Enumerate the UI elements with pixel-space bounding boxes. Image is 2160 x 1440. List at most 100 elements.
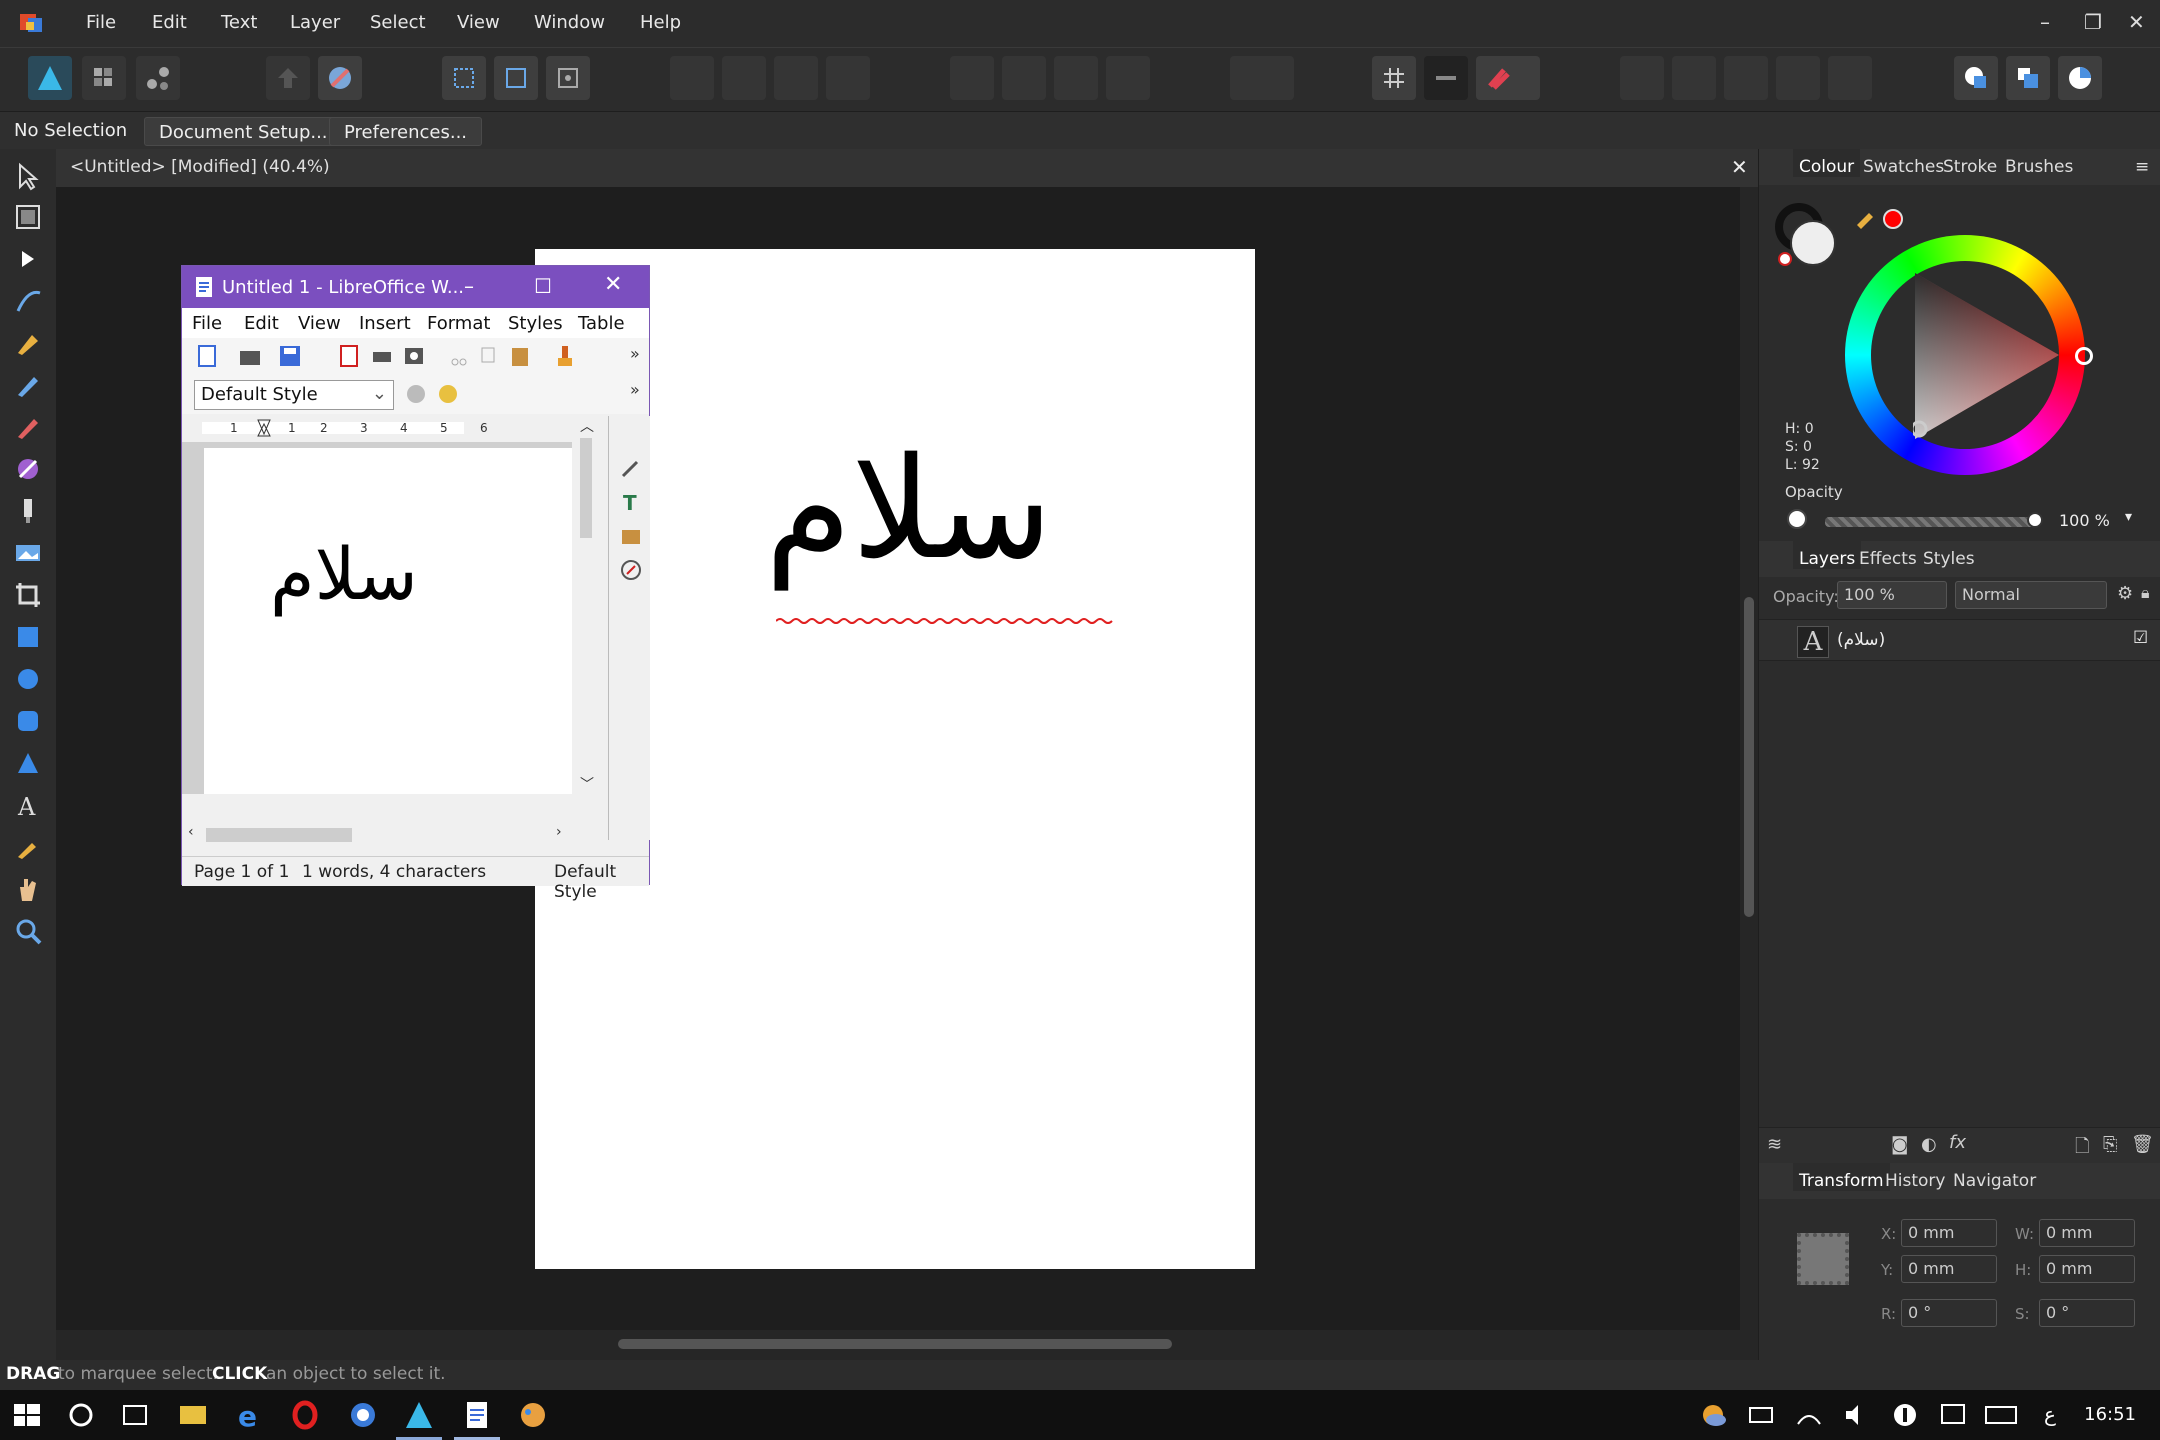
insert-inside-button[interactable] bbox=[2058, 56, 2102, 100]
menu-view[interactable]: View bbox=[457, 12, 500, 33]
wifi-icon[interactable] bbox=[1790, 1396, 1828, 1434]
ellipse-tool-icon[interactable] bbox=[12, 663, 44, 695]
transparency-tool-icon[interactable] bbox=[12, 495, 44, 527]
boolean-divide[interactable] bbox=[1828, 56, 1872, 100]
horizontal-scroll-thumb[interactable] bbox=[618, 1339, 1172, 1349]
transform-button-3[interactable] bbox=[546, 56, 590, 100]
battery-icon[interactable] bbox=[1742, 1396, 1780, 1434]
paste-icon[interactable] bbox=[508, 344, 532, 368]
lo-maximize-icon[interactable]: ☐ bbox=[534, 274, 552, 298]
arrange-1[interactable] bbox=[670, 56, 714, 100]
artboard-tool-icon[interactable] bbox=[12, 201, 44, 233]
writer-page[interactable] bbox=[204, 448, 572, 794]
picked-colour-swatch[interactable] bbox=[1883, 209, 1903, 229]
tab-colour[interactable]: Colour bbox=[1793, 149, 1861, 177]
layer-visible-checkbox[interactable]: ☑ bbox=[2133, 628, 2148, 648]
lo-menu-format[interactable]: Format bbox=[427, 313, 490, 334]
boolean-xor[interactable] bbox=[1776, 56, 1820, 100]
lo-menu-edit[interactable]: Edit bbox=[244, 313, 279, 334]
app-circle-icon[interactable] bbox=[344, 1396, 382, 1434]
pen-tool-icon[interactable] bbox=[12, 327, 44, 359]
point-transform-tool-icon[interactable] bbox=[12, 285, 44, 317]
tab-transform[interactable]: Transform bbox=[1793, 1163, 1890, 1191]
scroll-down-icon[interactable]: ﹀ bbox=[580, 774, 594, 794]
share-button[interactable] bbox=[266, 56, 310, 100]
cut-icon[interactable] bbox=[448, 344, 470, 368]
tab-navigator[interactable]: Navigator bbox=[1953, 1171, 2036, 1191]
vertical-scrollbar[interactable] bbox=[1740, 187, 1758, 1330]
hand-tool-icon[interactable] bbox=[12, 873, 44, 905]
preferences-button[interactable]: Preferences... bbox=[329, 117, 483, 146]
edge-browser-icon[interactable]: e bbox=[230, 1396, 268, 1434]
rotate-left[interactable] bbox=[1054, 56, 1098, 100]
update-style-icon[interactable] bbox=[404, 382, 428, 406]
lo-menu-file[interactable]: File bbox=[192, 313, 222, 334]
align-button[interactable] bbox=[1230, 56, 1294, 100]
crop-tool-icon[interactable] bbox=[12, 579, 44, 611]
save-icon[interactable] bbox=[278, 344, 302, 368]
node-tool-icon[interactable] bbox=[12, 243, 44, 275]
print-icon[interactable] bbox=[370, 344, 394, 368]
properties-icon[interactable] bbox=[619, 456, 643, 480]
opacity-dropdown-icon[interactable]: ▾ bbox=[2125, 509, 2132, 525]
security-shield-icon[interactable] bbox=[1886, 1396, 1924, 1434]
lo-close-icon[interactable]: ✕ bbox=[604, 272, 622, 297]
lo-menu-insert[interactable]: Insert bbox=[359, 313, 411, 334]
opacity-slider-handle[interactable] bbox=[2027, 512, 2043, 528]
task-view-icon[interactable] bbox=[116, 1396, 154, 1434]
menu-text[interactable]: Text bbox=[221, 12, 257, 33]
layer-settings-gear-icon[interactable]: ⚙ bbox=[2117, 583, 2133, 604]
paint-app-taskbar-icon[interactable] bbox=[514, 1396, 552, 1434]
export-persona-button[interactable] bbox=[136, 56, 180, 100]
keyboard-icon[interactable] bbox=[1982, 1396, 2020, 1434]
grid-button[interactable] bbox=[1372, 56, 1416, 100]
hue-handle[interactable] bbox=[2075, 347, 2093, 365]
tab-brushes[interactable]: Brushes bbox=[2005, 157, 2073, 177]
writer-vscroll-thumb[interactable] bbox=[580, 438, 592, 538]
shear-field[interactable]: 0 ° bbox=[2039, 1299, 2135, 1327]
new-style-icon[interactable] bbox=[436, 382, 460, 406]
new-document-icon[interactable] bbox=[196, 344, 218, 368]
affinity-designer-taskbar-icon[interactable] bbox=[400, 1396, 438, 1434]
writer-document-area[interactable]: سلام bbox=[182, 442, 572, 794]
writer-arabic-text[interactable]: سلام bbox=[270, 538, 418, 610]
document-setup-button[interactable]: Document Setup... bbox=[144, 117, 343, 146]
scroll-left-icon[interactable]: ‹ bbox=[188, 824, 194, 840]
horizontal-scrollbar[interactable] bbox=[56, 1330, 1758, 1360]
close-app-icon[interactable]: ✕ bbox=[2128, 10, 2145, 34]
lock-icon[interactable]: 🔒︎ bbox=[2141, 583, 2150, 603]
y-field[interactable]: 0 mm bbox=[1901, 1255, 1997, 1283]
weather-icon[interactable] bbox=[1694, 1396, 1732, 1434]
menu-help[interactable]: Help bbox=[640, 12, 681, 33]
restore-icon[interactable]: ❐ bbox=[2084, 10, 2102, 34]
zoom-tool-icon[interactable] bbox=[12, 915, 44, 947]
lo-minimize-icon[interactable]: – bbox=[464, 274, 474, 298]
boolean-add[interactable] bbox=[1620, 56, 1664, 100]
copy-icon[interactable] bbox=[478, 344, 500, 368]
writer-horizontal-scrollbar[interactable]: ‹ › bbox=[182, 824, 596, 846]
libreoffice-titlebar[interactable]: Untitled 1 - LibreOffice W... – ☐ ✕ bbox=[182, 266, 649, 308]
transform-button-1[interactable] bbox=[442, 56, 486, 100]
rectangle-tool-icon[interactable] bbox=[12, 621, 44, 653]
volume-icon[interactable] bbox=[1838, 1396, 1876, 1434]
minimize-icon[interactable]: – bbox=[2040, 10, 2050, 34]
gallery-icon[interactable] bbox=[619, 524, 643, 548]
lo-menu-view[interactable]: View bbox=[298, 313, 341, 334]
designer-persona-button[interactable] bbox=[28, 56, 72, 100]
menu-file[interactable]: File bbox=[86, 12, 116, 33]
tab-stroke[interactable]: Stroke bbox=[1943, 157, 1997, 177]
mask-icon[interactable]: ◙ bbox=[1891, 1134, 1908, 1155]
tab-styles[interactable]: Styles bbox=[1923, 549, 1975, 569]
lo-menu-styles[interactable]: Styles bbox=[508, 313, 563, 334]
windows-start-icon[interactable] bbox=[8, 1396, 46, 1434]
blend-mode-select[interactable]: Normal bbox=[1955, 581, 2107, 609]
insert-top-button[interactable] bbox=[2006, 56, 2050, 100]
place-image-tool-icon[interactable] bbox=[12, 537, 44, 569]
cortana-search-icon[interactable] bbox=[62, 1396, 100, 1434]
move-tool-icon[interactable] bbox=[12, 161, 44, 193]
opera-browser-icon[interactable] bbox=[286, 1396, 324, 1434]
tab-layers[interactable]: Layers bbox=[1793, 541, 1862, 569]
boolean-intersect[interactable] bbox=[1724, 56, 1768, 100]
insert-behind-button[interactable] bbox=[1954, 56, 1998, 100]
open-folder-icon[interactable] bbox=[238, 344, 262, 368]
